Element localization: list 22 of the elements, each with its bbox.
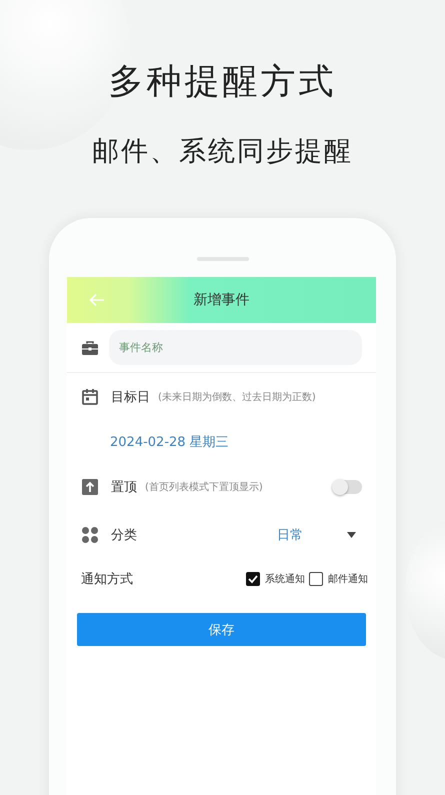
screen-title: 新增事件	[192, 291, 250, 309]
target-date-label: 目标日	[111, 389, 150, 406]
caret-icon[interactable]	[347, 532, 356, 538]
category-label: 分类	[111, 527, 137, 544]
save-button[interactable]: 保存	[77, 613, 366, 646]
pin-top-hint: (首页列表模式下置顶显示)	[145, 480, 263, 494]
checkbox-label: 邮件通知	[328, 572, 368, 586]
pin-top-label: 置顶	[111, 479, 137, 496]
target-date-hint: (未来日期为倒数、过去日期为正数)	[158, 390, 316, 404]
checkbox-label: 系统通知	[265, 572, 305, 586]
checkbox[interactable]	[246, 572, 260, 586]
date-value[interactable]: 2024-02-28 星期三	[110, 433, 229, 451]
pin-top-toggle[interactable]	[334, 480, 362, 494]
category-value[interactable]: 日常	[277, 526, 303, 544]
briefcase-icon	[81, 338, 99, 356]
checkbox[interactable]	[309, 572, 323, 586]
notify-label: 通知方式	[81, 571, 133, 588]
subheadline: 邮件、系统同步提醒	[92, 135, 353, 169]
calendar-icon	[81, 388, 99, 406]
event-name-field[interactable]: 事件名称	[109, 330, 362, 365]
headline: 多种提醒方式	[108, 61, 336, 104]
grid-dots-icon	[81, 526, 99, 544]
